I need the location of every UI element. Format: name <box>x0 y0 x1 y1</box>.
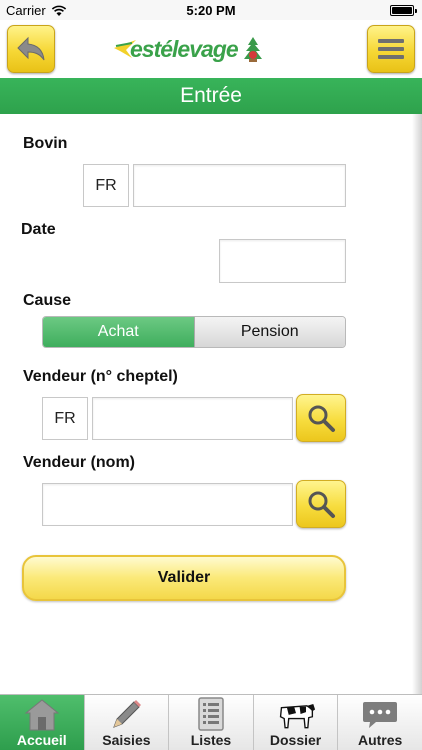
tab-label: Saisies <box>102 732 151 748</box>
status-time: 5:20 PM <box>186 3 236 18</box>
bovin-country-prefix: FR <box>83 164 129 207</box>
cause-option-pension[interactable]: Pension <box>194 317 345 347</box>
vendeur-cheptel-search-button[interactable] <box>296 394 346 442</box>
vendeur-cheptel-input[interactable] <box>92 397 293 440</box>
tab-bar: Accueil Saisies Listes Dossier Autres <box>0 694 422 750</box>
back-button[interactable] <box>7 25 55 73</box>
search-icon <box>308 491 335 518</box>
tab-label: Listes <box>190 732 232 748</box>
search-icon <box>308 405 335 432</box>
tab-accueil[interactable]: Accueil <box>0 695 85 750</box>
app-logo: estélevage <box>112 30 282 68</box>
page-title-bar: Entrée <box>0 78 422 114</box>
date-label: Date <box>21 221 56 238</box>
menu-button[interactable] <box>367 25 415 73</box>
tab-label: Autres <box>357 732 403 748</box>
app-header: estélevage <box>0 20 422 78</box>
vendeur-nom-input[interactable] <box>42 483 293 526</box>
vendeur-country-prefix: FR <box>42 397 88 440</box>
tab-listes[interactable]: Listes <box>169 695 254 750</box>
bovin-label: Bovin <box>23 135 68 152</box>
logo-emblem-icon <box>243 37 262 62</box>
bovin-number-input[interactable] <box>133 164 346 207</box>
house-icon <box>22 696 62 732</box>
vendeur-cheptel-label: Vendeur (n° cheptel) <box>23 368 178 385</box>
tab-autres[interactable]: Autres <box>338 695 422 750</box>
tab-label: Accueil <box>16 732 67 748</box>
pencil-icon <box>106 696 146 732</box>
logo-text: estélevage <box>130 35 239 62</box>
tab-label: Dossier <box>269 732 322 748</box>
edge-shadow <box>412 114 422 694</box>
logo-star-icon <box>114 40 136 58</box>
menu-icon <box>378 39 404 59</box>
tab-saisies[interactable]: Saisies <box>85 695 170 750</box>
date-input[interactable] <box>219 239 346 283</box>
cow-icon <box>276 696 316 732</box>
status-bar: Carrier 5:20 PM <box>0 0 422 20</box>
back-arrow-icon <box>17 36 45 61</box>
tab-dossier[interactable]: Dossier <box>254 695 339 750</box>
page-title: Entrée <box>180 84 242 107</box>
chat-icon <box>360 696 400 732</box>
battery-icon <box>390 5 417 16</box>
cause-option-achat[interactable]: Achat <box>43 317 195 347</box>
validate-button[interactable]: Valider <box>22 555 346 601</box>
cause-label: Cause <box>23 292 72 309</box>
vendeur-nom-search-button[interactable] <box>296 480 346 528</box>
vendeur-nom-label: Vendeur (nom) <box>23 454 136 471</box>
cause-segmented-control: Achat Pension <box>42 316 346 348</box>
list-icon <box>191 696 231 732</box>
